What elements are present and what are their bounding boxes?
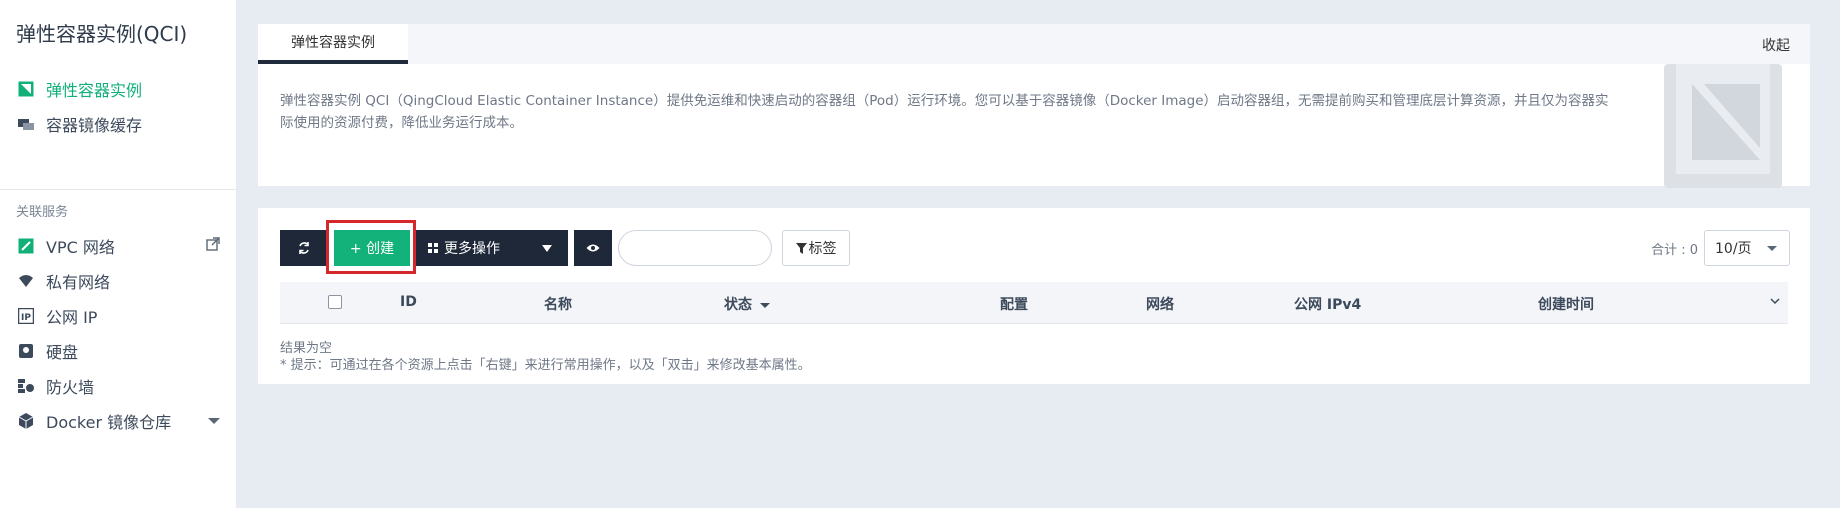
grid-icon	[428, 243, 438, 253]
sidebar-item-label: 防火墙	[46, 378, 95, 397]
more-actions-button[interactable]: 更多操作	[416, 230, 568, 266]
column-header-id[interactable]: ID	[400, 294, 417, 310]
sidebar-item-label: 弹性容器实例	[46, 81, 143, 100]
instance-list-panel: + 创建 更多操作 标签 合计 : 0 10/页 ID 名称 状态 配置 网络 …	[258, 208, 1810, 384]
app-title: 弹性容器实例(QCI)	[16, 22, 188, 46]
image-cache-icon	[18, 116, 34, 132]
svg-text:IP: IP	[21, 313, 31, 323]
column-header-status[interactable]: 状态	[724, 294, 770, 314]
sidebar-item-label: VPC 网络	[46, 238, 115, 257]
sidebar-item-label: 容器镜像缓存	[46, 116, 143, 135]
tag-filter-button[interactable]: 标签	[782, 230, 850, 266]
column-header-name[interactable]: 名称	[544, 294, 572, 314]
sidebar-item-container-instance[interactable]: 弹性容器实例	[18, 74, 142, 104]
sidebar-item-label: 私有网络	[46, 273, 111, 292]
tab-container-instance[interactable]: 弹性容器实例	[258, 24, 408, 64]
sidebar-item-disk[interactable]: 硬盘	[18, 336, 78, 366]
related-services-label: 关联服务	[16, 205, 69, 220]
column-header-config[interactable]: 配置	[1000, 294, 1028, 314]
eye-toggle-button[interactable]	[574, 230, 612, 266]
firewall-icon	[18, 378, 34, 394]
container-instance-icon	[18, 81, 34, 97]
sidebar-item-docker-registry[interactable]: Docker 镜像仓库	[18, 406, 171, 436]
vpc-icon	[18, 238, 34, 254]
sidebar: 弹性容器实例(QCI) 弹性容器实例 容器镜像缓存 关联服务 VPC 网络 私有…	[0, 0, 236, 508]
external-link-icon[interactable]	[206, 237, 220, 251]
page-size-value: 10/页	[1715, 241, 1752, 257]
description-panel: 弹性容器实例 收起 弹性容器实例 QCI（QingCloud Elastic C…	[258, 24, 1810, 188]
sidebar-item-private-network[interactable]: 私有网络	[18, 266, 110, 296]
sidebar-item-label: 硬盘	[46, 343, 79, 362]
more-actions-label: 更多操作	[444, 241, 500, 257]
create-button[interactable]: + 创建	[334, 230, 410, 266]
column-header-public-ipv4[interactable]: 公网 IPv4	[1294, 294, 1361, 314]
tag-filter-label: 标签	[808, 241, 837, 257]
table-header: ID 名称 状态 配置 网络 公网 IPv4 创建时间	[280, 282, 1788, 324]
column-header-network[interactable]: 网络	[1146, 294, 1174, 314]
cube-icon	[18, 413, 34, 429]
chevron-down-icon	[542, 245, 552, 252]
search-input[interactable]	[618, 230, 772, 266]
status-label: 状态	[724, 297, 752, 313]
sidebar-item-public-ip[interactable]: IP 公网 IP	[18, 301, 97, 331]
chevron-down-icon[interactable]	[208, 418, 220, 424]
eye-icon	[586, 244, 600, 252]
sidebar-item-label: Docker 镜像仓库	[46, 413, 172, 432]
empty-hint: * 提示：可通过在各个资源上点击「右键」来进行常用操作，以及「双击」来修改基本属…	[280, 358, 811, 373]
refresh-icon	[299, 242, 309, 254]
ip-icon: IP	[18, 308, 34, 324]
refresh-button[interactable]	[280, 230, 328, 266]
empty-title: 结果为空	[280, 341, 333, 356]
empty-state: 结果为空 * 提示：可通过在各个资源上点击「右键」来进行常用操作，以及「双击」来…	[280, 340, 811, 374]
product-illustration-icon	[1664, 64, 1782, 188]
sort-down-icon	[760, 302, 770, 308]
description-text: 弹性容器实例 QCI（QingCloud Elastic Container I…	[280, 93, 1609, 131]
collapse-button[interactable]: 收起	[1762, 35, 1790, 55]
sidebar-item-label: 公网 IP	[46, 308, 98, 327]
wifi-icon	[18, 273, 34, 289]
sidebar-divider	[0, 189, 236, 190]
disk-icon	[18, 343, 34, 359]
chevron-down-icon[interactable]	[1770, 296, 1780, 306]
column-header-created-time[interactable]: 创建时间	[1538, 294, 1594, 314]
tab-bar: 弹性容器实例 收起	[258, 24, 1810, 64]
chevron-down-icon	[1767, 246, 1777, 251]
filter-icon	[795, 242, 807, 254]
select-all-checkbox[interactable]	[328, 295, 342, 309]
page-size-select[interactable]: 10/页	[1704, 230, 1790, 266]
sidebar-item-firewall[interactable]: 防火墙	[18, 371, 94, 401]
sidebar-item-image-cache[interactable]: 容器镜像缓存	[18, 109, 142, 139]
total-count: 合计 : 0	[1651, 243, 1698, 258]
sidebar-item-vpc[interactable]: VPC 网络	[18, 231, 115, 261]
